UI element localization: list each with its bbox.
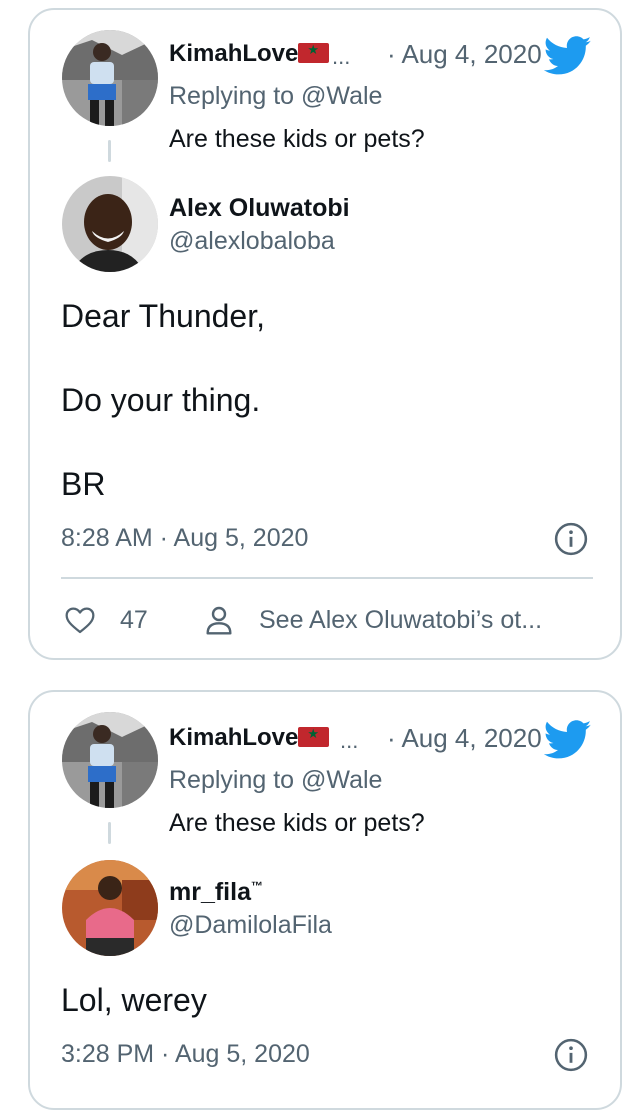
parent-avatar[interactable] (62, 712, 158, 808)
tweet-timestamp[interactable]: 8:28 AM · Aug 5, 2020 (61, 524, 308, 553)
thread-connector (108, 140, 111, 162)
name-truncation: ... (332, 44, 351, 69)
parent-tweet-text: Are these kids or pets? (169, 125, 425, 153)
replying-handle-link[interactable]: @Wale (301, 766, 382, 794)
heart-icon[interactable] (64, 604, 96, 636)
see-more-tweets-link[interactable]: See Alex Oluwatobi’s ot... (259, 606, 542, 635)
twitter-bird-icon[interactable] (544, 720, 592, 760)
replying-prefix: Replying to (169, 82, 302, 110)
info-icon[interactable] (554, 522, 588, 556)
tweet-body-line: Dear Thunder, (61, 298, 265, 334)
author-display-name[interactable]: mr_fila™ (169, 878, 263, 907)
parent-display-name[interactable]: KimahLove (169, 724, 330, 752)
author-name-text: mr_fila (169, 878, 251, 906)
trademark-suffix: ™ (250, 879, 263, 893)
like-count[interactable]: 47 (120, 606, 148, 635)
thread-connector (108, 822, 111, 844)
parent-display-name[interactable]: KimahLove (169, 40, 330, 68)
author-handle[interactable]: @alexlobaloba (169, 227, 335, 256)
tweet-timestamp[interactable]: 3:28 PM · Aug 5, 2020 (61, 1040, 310, 1069)
person-icon[interactable] (203, 603, 235, 637)
tweet-card[interactable]: KimahLove ... · Aug 4, 2020 Replying to … (28, 8, 622, 660)
action-divider (61, 577, 593, 579)
replying-to: Replying to @Wale (169, 82, 382, 111)
parent-name-text: KimahLove (169, 40, 299, 67)
parent-date[interactable]: · Aug 4, 2020 (387, 39, 542, 70)
parent-avatar[interactable] (62, 30, 158, 126)
parent-name-text: KimahLove (169, 724, 299, 751)
replying-handle-link[interactable]: @Wale (301, 82, 382, 110)
parent-tweet-text: Are these kids or pets? (169, 809, 425, 837)
tweet-body-line: BR (61, 466, 106, 502)
replying-to: Replying to @Wale (169, 766, 382, 795)
info-icon[interactable] (554, 1038, 588, 1072)
author-avatar[interactable] (62, 860, 158, 956)
morocco-flag-icon (298, 42, 330, 63)
author-handle[interactable]: @DamilolaFila (169, 911, 332, 940)
replying-prefix: Replying to (169, 766, 302, 794)
author-avatar[interactable] (62, 176, 158, 272)
tweet-body-line: Do your thing. (61, 382, 261, 418)
author-display-name[interactable]: Alex Oluwatobi (169, 194, 350, 223)
twitter-bird-icon[interactable] (544, 36, 592, 76)
tweet-body-line: Lol, werey (61, 982, 207, 1018)
name-truncation: ... (340, 728, 359, 753)
morocco-flag-icon (298, 726, 330, 747)
tweet-card[interactable]: KimahLove ... · Aug 4, 2020 Replying to … (28, 690, 622, 1110)
parent-date[interactable]: · Aug 4, 2020 (387, 723, 542, 754)
